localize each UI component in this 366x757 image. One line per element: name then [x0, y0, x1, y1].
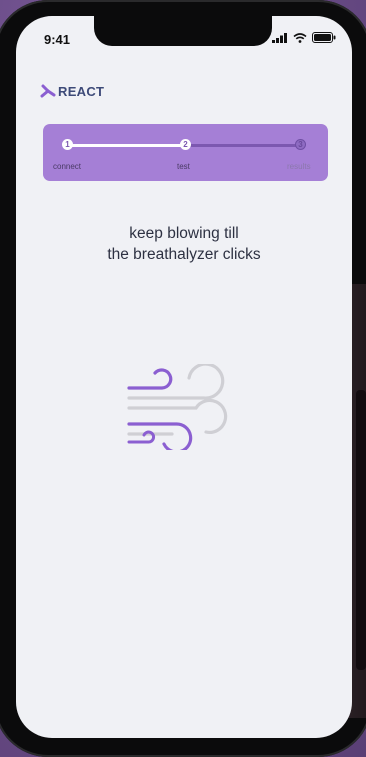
step-3-label: results [287, 162, 311, 171]
react-logo-icon [40, 84, 56, 98]
status-icons [272, 32, 336, 43]
brand-name: REACT [58, 83, 105, 99]
progress-track-complete [68, 144, 186, 147]
status-time: 9:41 [44, 32, 71, 47]
instruction-line-2: the breathalyzer clicks [107, 246, 261, 263]
progress-stepper: 1 2 3 connect test results [43, 124, 328, 181]
battery-icon [312, 32, 336, 43]
wifi-icon [293, 32, 307, 43]
instruction-line-1: keep blowing till [129, 225, 239, 242]
step-2-dot: 2 [180, 139, 191, 150]
wind-icon [127, 364, 228, 450]
device-slot [356, 390, 366, 670]
step-1-dot: 1 [62, 139, 73, 150]
signal-icon [272, 32, 287, 43]
step-1-label: connect [53, 162, 82, 171]
brand-logo: REACT [40, 83, 104, 99]
step-3-dot: 3 [295, 139, 306, 150]
phone-notch [94, 16, 272, 46]
step-2-label: test [177, 162, 190, 171]
progress-track-remaining [186, 144, 301, 147]
app-screen: 9:41 REACT 1 2 3 connect test results ke… [16, 16, 352, 738]
instruction-text: keep blowing till the breathalyzer click… [16, 223, 352, 265]
